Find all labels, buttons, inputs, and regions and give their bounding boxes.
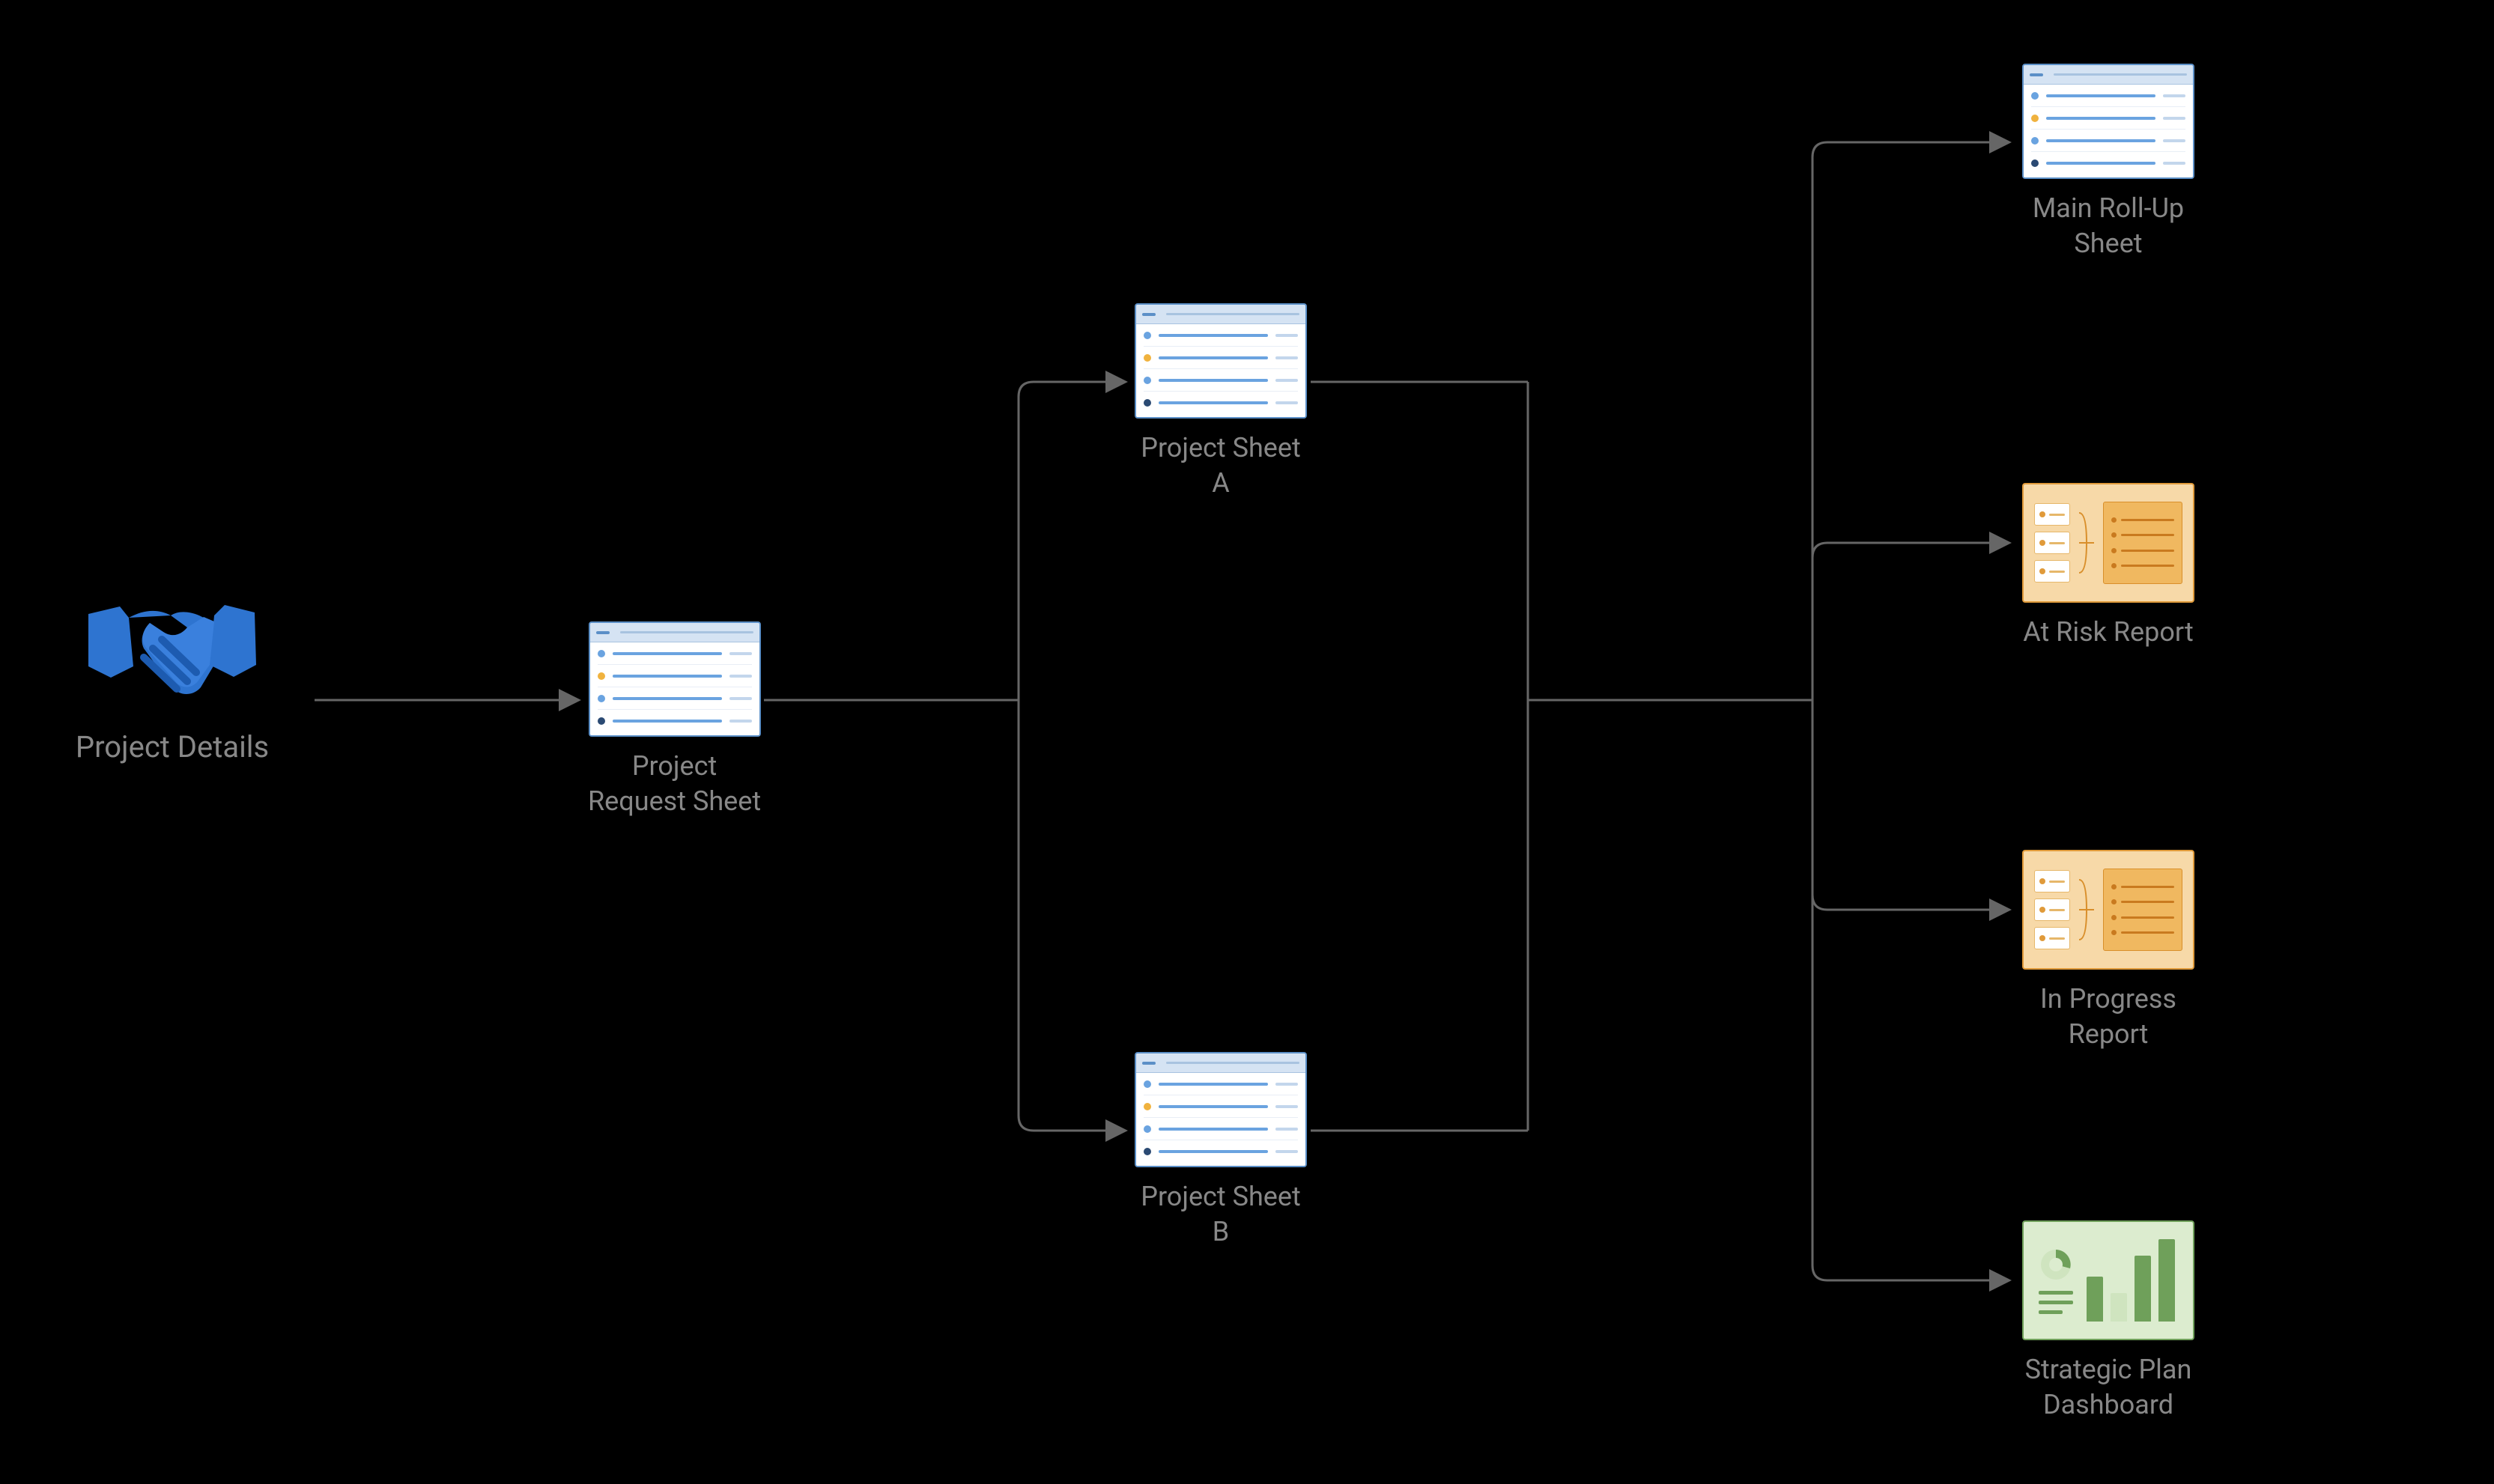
sheet-icon <box>1135 303 1307 419</box>
bar-chart-icon <box>2087 1239 2175 1322</box>
node-at-risk-report: At Risk Report <box>2022 483 2194 650</box>
dashboard-icon <box>2022 1220 2194 1340</box>
report-icon <box>2022 483 2194 603</box>
node-in-progress-report: In Progress Report <box>2022 850 2194 1052</box>
label-dashboard: Strategic Plan Dashboard <box>2025 1352 2192 1423</box>
node-project-sheet-b: Project Sheet B <box>1135 1052 1307 1250</box>
sheet-icon <box>589 621 761 737</box>
label-sheet-b: Project Sheet B <box>1141 1179 1301 1250</box>
report-icon <box>2022 850 2194 970</box>
pie-icon <box>2039 1247 2073 1282</box>
report-connector-icon <box>2079 869 2094 951</box>
label-at-risk: At Risk Report <box>2023 615 2193 650</box>
node-project-sheet-a: Project Sheet A <box>1135 303 1307 501</box>
label-project-details: Project Details <box>76 729 269 764</box>
handshake-icon <box>75 577 270 711</box>
report-connector-icon <box>2079 502 2094 584</box>
label-main-rollup: Main Roll-Up Sheet <box>2033 191 2184 261</box>
node-strategic-dashboard: Strategic Plan Dashboard <box>2022 1220 2194 1423</box>
node-main-rollup: Main Roll-Up Sheet <box>2022 64 2194 261</box>
sheet-icon <box>2022 64 2194 179</box>
diagram-canvas: Project Details Project Request Sheet <box>0 0 2494 1484</box>
label-request-sheet: Project Request Sheet <box>588 749 761 819</box>
node-project-details: Project Details <box>75 577 270 764</box>
sheet-icon <box>1135 1052 1307 1167</box>
label-sheet-a: Project Sheet A <box>1141 431 1301 501</box>
list-icon <box>2039 1291 2073 1314</box>
label-in-progress: In Progress Report <box>2040 982 2176 1052</box>
node-project-request-sheet: Project Request Sheet <box>588 621 761 819</box>
